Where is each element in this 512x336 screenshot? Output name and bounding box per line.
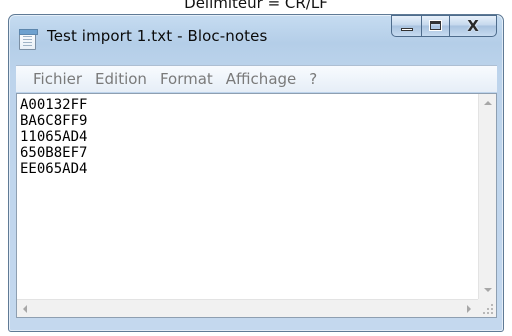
minimize-button[interactable] [391, 15, 421, 37]
window-title: Test import 1.txt - Bloc-notes [47, 27, 268, 45]
grip-dot [491, 312, 493, 314]
grip-dot [491, 304, 493, 306]
grip-dot [487, 308, 489, 310]
horizontal-scrollbar[interactable] [17, 299, 478, 317]
arrow-up-icon [484, 101, 492, 105]
vertical-scrollbar[interactable] [478, 94, 496, 299]
text-line: EE065AD4 [20, 161, 88, 177]
notepad-icon[interactable] [19, 29, 38, 50]
grip-dot [491, 308, 493, 310]
arrow-right-icon [467, 305, 471, 313]
close-button[interactable]: X [449, 15, 497, 37]
maximize-icon [430, 21, 441, 30]
text-line: BA6C8FF9 [20, 113, 88, 129]
arrow-left-icon [23, 305, 27, 313]
maximize-button[interactable] [421, 15, 449, 37]
menu-view[interactable]: Affichage [226, 70, 296, 88]
text-line: 11065AD4 [20, 129, 88, 145]
minimize-icon [401, 28, 413, 31]
menu-file[interactable]: Fichier [33, 70, 82, 88]
window-controls: X [391, 15, 497, 37]
text-line: 650B8EF7 [20, 145, 88, 161]
notepad-window: Test import 1.txt - Bloc-notes X Fichier… [8, 14, 504, 332]
menu-format[interactable]: Format [160, 70, 213, 88]
text-line: A00132FF [20, 97, 88, 113]
title-bar[interactable]: Test import 1.txt - Bloc-notes X [9, 15, 503, 65]
arrow-down-icon [484, 288, 492, 292]
menu-help[interactable]: ? [309, 70, 317, 88]
scroll-right-button[interactable] [460, 300, 478, 318]
menu-bar: Fichier Edition Format Affichage ? [16, 65, 497, 92]
grip-dot [487, 312, 489, 314]
scroll-left-button[interactable] [17, 300, 35, 318]
editor: A00132FF BA6C8FF9 11065AD4 650B8EF7 EE06… [16, 93, 497, 318]
scroll-up-button[interactable] [479, 94, 497, 112]
text-area[interactable]: A00132FF BA6C8FF9 11065AD4 650B8EF7 EE06… [20, 97, 476, 297]
page-caption: Délimiteur = CR/LF [184, 0, 328, 12]
menu-edit[interactable]: Edition [95, 70, 147, 88]
close-icon: X [467, 17, 479, 35]
grip-dot [483, 312, 485, 314]
resize-grip[interactable] [478, 299, 496, 317]
scroll-down-button[interactable] [479, 281, 497, 299]
